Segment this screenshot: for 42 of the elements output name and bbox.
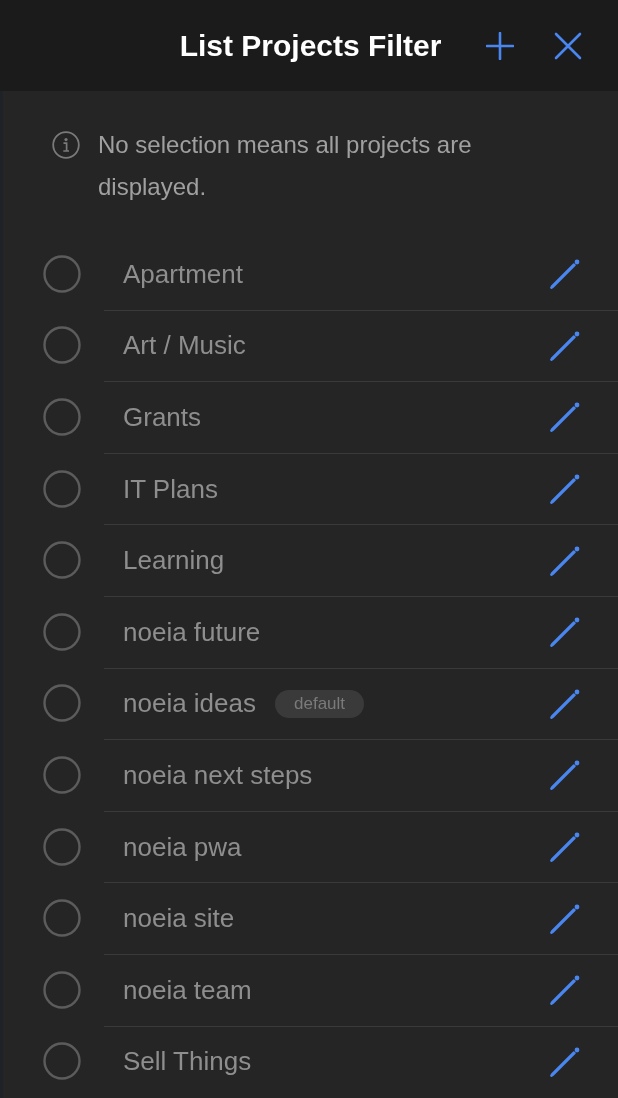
- select-checkbox[interactable]: [43, 254, 81, 293]
- pencil-icon[interactable]: [550, 903, 580, 934]
- project-name: Art / Music: [123, 330, 246, 362]
- project-name: noeia team: [123, 974, 252, 1006]
- select-checkbox[interactable]: [43, 326, 81, 365]
- project-name: noeia future: [123, 616, 261, 648]
- pencil-icon[interactable]: [550, 617, 580, 648]
- select-checkbox[interactable]: [43, 899, 81, 938]
- pencil-icon[interactable]: [550, 688, 580, 719]
- project-name: noeia ideas: [123, 688, 256, 720]
- project-name: Apartment: [123, 258, 243, 290]
- select-checkbox[interactable]: [43, 970, 81, 1009]
- pencil-icon[interactable]: [550, 760, 580, 791]
- select-checkbox[interactable]: [43, 541, 81, 580]
- project-name: Sell Things: [123, 1046, 252, 1078]
- info-text: No selection means all projects are displayed.: [98, 130, 473, 202]
- select-checkbox[interactable]: [43, 398, 81, 436]
- pencil-icon[interactable]: [550, 1046, 580, 1077]
- project-name: noeia pwa: [123, 831, 242, 863]
- pencil-icon[interactable]: [550, 975, 580, 1006]
- select-checkbox[interactable]: [43, 755, 81, 794]
- pencil-icon[interactable]: [550, 545, 580, 576]
- project-name: Learning: [123, 545, 225, 577]
- default-tag: default: [275, 689, 365, 718]
- project-name: noeia next steps: [123, 759, 313, 791]
- pencil-icon[interactable]: [550, 259, 580, 290]
- panel-title: List Projects Filter: [179, 27, 442, 64]
- select-checkbox[interactable]: [43, 469, 81, 508]
- pencil-icon[interactable]: [550, 402, 580, 433]
- pencil-icon[interactable]: [550, 474, 580, 505]
- pencil-icon[interactable]: [550, 832, 580, 863]
- close-icon: [554, 31, 582, 60]
- info-icon: [52, 131, 80, 159]
- select-checkbox[interactable]: [43, 1042, 81, 1081]
- project-name: noeia site: [123, 903, 235, 935]
- select-checkbox[interactable]: [43, 612, 81, 651]
- select-checkbox[interactable]: [43, 684, 81, 723]
- pencil-icon[interactable]: [550, 330, 580, 361]
- project-name: Grants: [123, 402, 202, 433]
- project-name: IT Plans: [123, 473, 218, 505]
- plus-icon: [486, 31, 514, 60]
- select-checkbox[interactable]: [43, 827, 81, 866]
